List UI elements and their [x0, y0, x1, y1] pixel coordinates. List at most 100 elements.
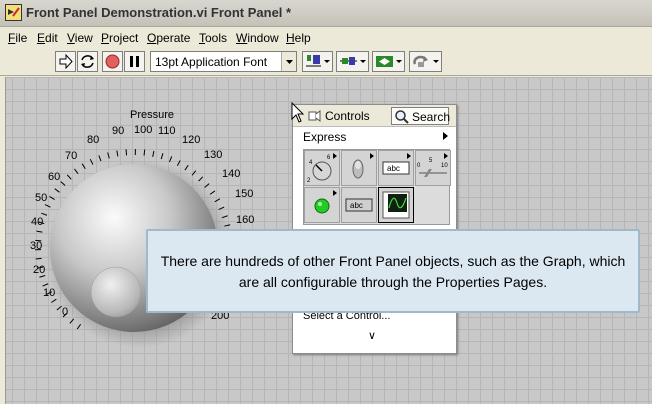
- knob-tick: [41, 212, 48, 216]
- palette-search-button[interactable]: Search: [391, 107, 450, 125]
- pause-button[interactable]: [124, 51, 145, 72]
- run-continuously-icon: [81, 55, 94, 68]
- font-dropdown[interactable]: 13pt Application Font: [150, 51, 297, 72]
- menu-window[interactable]: Window: [236, 31, 279, 45]
- menu-help[interactable]: Help: [286, 31, 311, 45]
- knob-scale-label: 80: [87, 134, 100, 146]
- palette-cell-buttons[interactable]: [341, 150, 377, 186]
- tooltip-line-1: There are hundreds of other Front Panel …: [160, 253, 626, 269]
- pause-icon: [130, 56, 139, 67]
- knob-tick: [35, 257, 42, 260]
- toolbar: 13pt Application Font: [0, 48, 652, 76]
- knob-scale-label: 10: [43, 287, 56, 299]
- palette-subpalette-grid: 4 6 2 abc 0 5 10 abc: [303, 149, 451, 225]
- menu-window-label: indow: [247, 31, 279, 45]
- svg-text:0: 0: [417, 163, 421, 169]
- tooltip-line-2: are all configurable through the Propert…: [238, 274, 548, 290]
- knob-scale-label: 140: [222, 168, 241, 180]
- palette-cell-leds[interactable]: [304, 187, 340, 223]
- knob-scale-label: 130: [204, 149, 223, 161]
- knob-tick: [116, 150, 119, 157]
- menu-file[interactable]: File: [8, 31, 27, 45]
- knob-scale-label: 160: [236, 214, 255, 226]
- knob-tick: [160, 153, 164, 160]
- knob-tick: [168, 156, 173, 163]
- menu-file-label: ile: [15, 31, 28, 45]
- knob-tick: [191, 170, 197, 176]
- knob-scale-label: 150: [235, 188, 254, 200]
- menu-operate-label: perate: [156, 31, 191, 45]
- menu-operate-accel: O: [147, 31, 157, 45]
- knob-pointer-cap[interactable]: [90, 266, 142, 318]
- svg-text:2: 2: [307, 178, 311, 184]
- window-title: Front Panel Demonstration.vi Front Panel…: [26, 5, 292, 20]
- distribute-objects-icon: [340, 57, 366, 65]
- run-arrow-icon: [59, 53, 73, 70]
- run-button[interactable]: [55, 51, 76, 72]
- palette-title: Controls: [325, 109, 370, 123]
- submenu-arrow-icon: [370, 153, 374, 159]
- title-bar: Front Panel Demonstration.vi Front Panel…: [0, 0, 652, 27]
- svg-text:abc: abc: [350, 201, 363, 210]
- menu-project-label: roject: [109, 31, 139, 45]
- palette-header[interactable]: Controls Search: [293, 105, 456, 127]
- menu-help-label: elp: [294, 31, 311, 45]
- menu-operate[interactable]: Operate: [147, 31, 190, 45]
- knob-tick: [143, 149, 146, 156]
- knob-tick: [198, 176, 204, 182]
- knob-tick: [36, 230, 43, 233]
- text-indicator-icon: abc: [345, 198, 373, 212]
- knob-scale-label: 0: [62, 306, 69, 318]
- svg-text:abc: abc: [387, 164, 400, 173]
- reorder-button[interactable]: [409, 51, 442, 72]
- abort-stop-icon: [105, 54, 120, 69]
- knob-tick: [49, 195, 55, 200]
- menu-tools[interactable]: Tools: [199, 31, 227, 45]
- knob-scale-label: 60: [48, 171, 61, 183]
- menu-view[interactable]: View: [67, 31, 93, 45]
- align-objects-button[interactable]: [302, 51, 333, 72]
- knob-scale-label: 90: [112, 125, 125, 137]
- pin-icon[interactable]: [306, 108, 322, 124]
- resize-objects-button[interactable]: [372, 51, 405, 72]
- knob-scale-label: 70: [65, 150, 78, 162]
- palette-category-express[interactable]: Express: [303, 130, 346, 144]
- submenu-arrow-icon: [407, 153, 411, 159]
- palette-cell-text-indicators[interactable]: abc: [341, 187, 377, 223]
- palette-cell-numeric[interactable]: 4 6 2: [304, 150, 340, 186]
- run-continuously-button[interactable]: [77, 51, 98, 72]
- graph-indicator-icon: [382, 191, 410, 219]
- mouse-cursor-icon: [291, 102, 305, 123]
- chevron-down-icon: [281, 52, 296, 71]
- menu-view-label: iew: [74, 31, 93, 45]
- palette-cell-slides[interactable]: 0 5 10: [415, 150, 451, 186]
- knob-tick: [51, 298, 57, 303]
- knob-tick: [56, 305, 62, 311]
- knob-tick: [107, 152, 110, 159]
- knob-tick: [81, 163, 86, 170]
- palette-cell-graph[interactable]: [378, 187, 414, 223]
- menu-view-accel: V: [67, 31, 75, 45]
- submenu-arrow-icon: [443, 132, 448, 140]
- knob-tick: [98, 155, 102, 162]
- font-dropdown-value: 13pt Application Font: [155, 55, 268, 69]
- knob-tick: [74, 168, 79, 175]
- menu-edit[interactable]: Edit: [37, 31, 58, 45]
- knob-tick: [44, 204, 51, 208]
- knob-scale-label: 100: [134, 124, 153, 136]
- menu-edit-accel: E: [37, 31, 46, 45]
- tooltip-text: There are hundreds of other Front Panel …: [148, 251, 638, 293]
- reorder-icon: [413, 55, 439, 67]
- menu-edit-label: dit: [45, 31, 58, 45]
- knob-tick: [42, 283, 49, 287]
- palette-cell-text-controls[interactable]: abc: [378, 150, 414, 186]
- knob-tick: [176, 160, 181, 166]
- menu-window-accel: W: [236, 31, 248, 45]
- abort-button[interactable]: [102, 51, 123, 72]
- palette-expand-chevron[interactable]: ∨: [368, 329, 376, 342]
- submenu-arrow-icon: [333, 190, 337, 196]
- menu-help-accel: H: [286, 31, 295, 45]
- menu-project[interactable]: Project: [101, 31, 138, 45]
- knob-tick: [66, 174, 72, 180]
- distribute-objects-button[interactable]: [336, 51, 369, 72]
